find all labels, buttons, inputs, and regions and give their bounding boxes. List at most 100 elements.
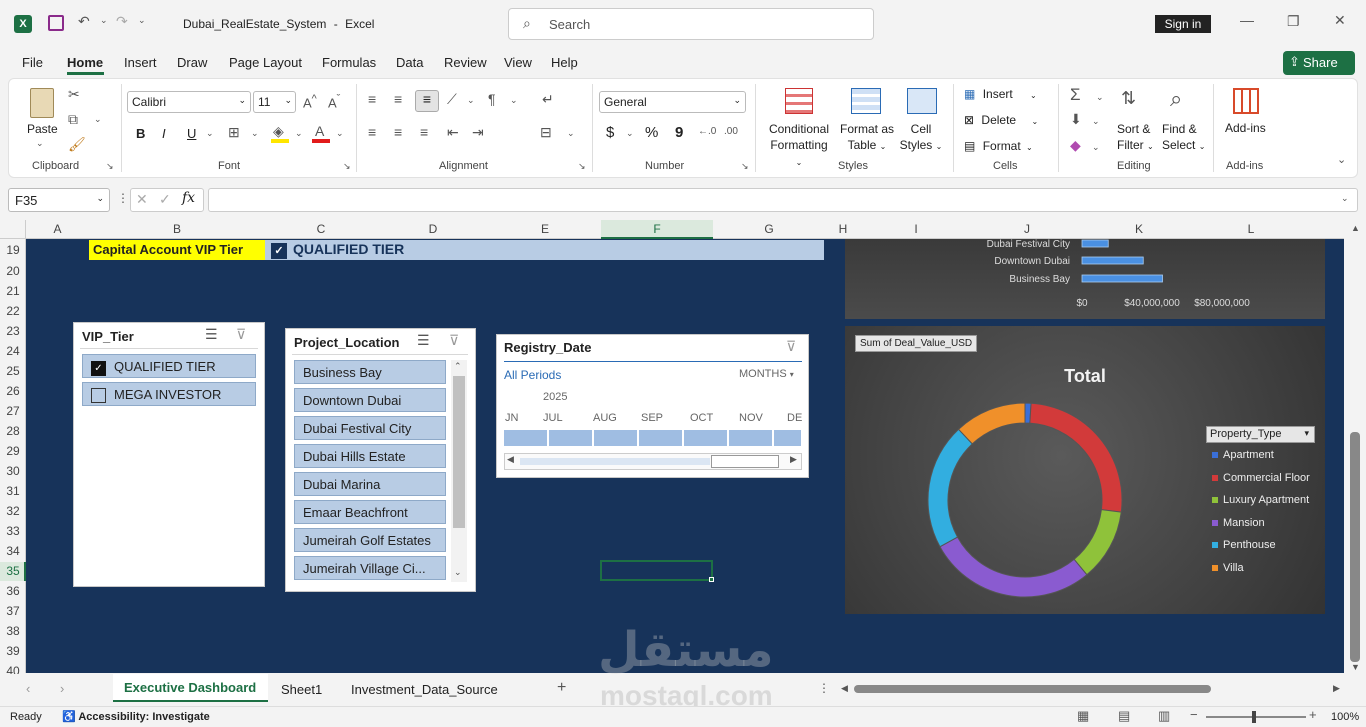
redo-icon[interactable]: ↷ bbox=[116, 13, 128, 30]
zoom-level[interactable]: 100% bbox=[1331, 711, 1359, 723]
increase-indent-icon[interactable]: ⇥ bbox=[472, 124, 484, 141]
column-header[interactable]: B bbox=[89, 222, 265, 236]
slicer-item[interactable]: Jumeirah Golf Estates bbox=[294, 528, 446, 552]
currency-dropdown-icon[interactable]: ⌄ bbox=[626, 128, 634, 139]
row-header[interactable]: 32 bbox=[0, 504, 26, 518]
slicer-item[interactable]: Dubai Hills Estate bbox=[294, 444, 446, 468]
time-level-dropdown[interactable]: MONTHS ▾ bbox=[739, 368, 794, 380]
row-header[interactable]: 25 bbox=[0, 364, 26, 378]
bold-button[interactable]: B bbox=[136, 126, 145, 141]
row-header[interactable]: 28 bbox=[0, 424, 26, 438]
row-header[interactable]: 29 bbox=[0, 444, 26, 458]
page-break-view-icon[interactable]: ▥ bbox=[1158, 708, 1170, 724]
row-header[interactable]: 31 bbox=[0, 484, 26, 498]
scroll-right-icon[interactable]: ▶ bbox=[790, 454, 797, 465]
row-header[interactable]: 38 bbox=[0, 624, 26, 638]
accessibility-status[interactable]: ♿ Accessibility: Investigate bbox=[62, 710, 210, 723]
zoom-in-icon[interactable]: + bbox=[1309, 707, 1317, 722]
autosum-icon[interactable]: Σ bbox=[1070, 85, 1081, 105]
tab-draw[interactable]: Draw bbox=[177, 55, 207, 70]
paste-dropdown-icon[interactable]: ⌄ bbox=[36, 138, 44, 149]
font-color-dropdown-icon[interactable]: ⌄ bbox=[336, 128, 344, 139]
close-icon[interactable]: ✕ bbox=[1334, 12, 1346, 29]
find-select-icon[interactable]: ⌕ bbox=[1170, 86, 1182, 112]
row-header[interactable]: 37 bbox=[0, 604, 26, 618]
save-icon[interactable] bbox=[48, 15, 64, 31]
format-painter-icon[interactable]: 🖌 bbox=[68, 136, 86, 153]
maximize-icon[interactable]: ❐ bbox=[1287, 13, 1300, 30]
insert-function-button[interactable]: fx bbox=[182, 190, 195, 206]
row-header[interactable]: 33 bbox=[0, 524, 26, 538]
conditional-formatting-button[interactable]: Conditional Formatting ⌄ bbox=[767, 121, 831, 171]
percent-button[interactable]: % bbox=[645, 124, 658, 141]
legend-field-button[interactable]: Property_Type ▾ bbox=[1206, 426, 1315, 443]
timeline-scroll-thumb[interactable] bbox=[711, 455, 779, 468]
row-header[interactable]: 21 bbox=[0, 284, 26, 298]
scroll-right-icon[interactable]: ▶ bbox=[1333, 683, 1340, 694]
minimize-icon[interactable]: — bbox=[1240, 12, 1254, 28]
scrollbar-thumb[interactable] bbox=[453, 376, 465, 528]
next-sheet-icon[interactable]: › bbox=[60, 681, 64, 696]
autosum-dropdown-icon[interactable]: ⌄ bbox=[1096, 92, 1104, 103]
align-center-icon[interactable]: ≡ bbox=[394, 124, 402, 140]
increase-font-icon[interactable]: A^ bbox=[303, 93, 317, 110]
fill-handle[interactable] bbox=[709, 577, 714, 582]
column-header[interactable]: J bbox=[971, 222, 1083, 236]
format-as-table-button[interactable]: Format as Table ⌄ bbox=[838, 121, 896, 155]
font-launcher-icon[interactable]: ↘ bbox=[343, 161, 351, 172]
wrap-text-icon[interactable]: ↵ bbox=[542, 91, 554, 108]
name-box[interactable]: F35 ⌄ bbox=[8, 188, 110, 212]
multi-select-icon[interactable]: ☰ bbox=[417, 332, 430, 349]
scroll-left-icon[interactable]: ◀ bbox=[507, 454, 514, 465]
font-name-box[interactable]: Calibri ⌄ bbox=[127, 91, 251, 113]
column-header[interactable]: I bbox=[861, 222, 971, 236]
donut-slice[interactable] bbox=[1029, 402, 1123, 513]
row-header[interactable]: 35 bbox=[0, 564, 26, 578]
sort-filter-icon[interactable]: ⇅ bbox=[1121, 88, 1136, 109]
decrease-indent-icon[interactable]: ⇤ bbox=[447, 124, 459, 141]
bar-mark[interactable] bbox=[1081, 274, 1163, 283]
undo-icon[interactable]: ↶ bbox=[78, 13, 90, 30]
clear-filter-icon[interactable]: ⊽ bbox=[236, 326, 246, 343]
more-sheets-icon[interactable]: ⋮ bbox=[818, 681, 830, 695]
row-header[interactable]: 19 bbox=[0, 243, 26, 257]
column-header[interactable]: L bbox=[1195, 222, 1307, 236]
merge-dropdown-icon[interactable]: ⌄ bbox=[567, 128, 575, 139]
selected-cell-f35[interactable] bbox=[600, 560, 713, 581]
collapse-ribbon-icon[interactable]: ⌄ bbox=[1337, 153, 1346, 166]
slicer-item-qualified-tier[interactable]: ✓ QUALIFIED TIER bbox=[82, 354, 256, 378]
fill-color-dropdown-icon[interactable]: ⌄ bbox=[295, 128, 303, 139]
donut-slice[interactable] bbox=[927, 428, 973, 548]
align-right-icon[interactable]: ≡ bbox=[420, 124, 428, 140]
column-header[interactable]: C bbox=[265, 222, 377, 236]
clear-filter-icon[interactable]: ⊽ bbox=[449, 332, 459, 349]
fill-color-icon[interactable]: ◈ bbox=[273, 123, 284, 140]
sheet-tab-executive-dashboard[interactable]: Executive Dashboard bbox=[124, 680, 256, 695]
expand-formula-icon[interactable]: ⌄ bbox=[1341, 193, 1349, 204]
horizontal-scroll-thumb[interactable] bbox=[854, 685, 1211, 693]
row-header[interactable]: 24 bbox=[0, 344, 26, 358]
tab-data[interactable]: Data bbox=[396, 55, 423, 70]
sort-filter-button[interactable]: Sort & Filter ⌄ bbox=[1117, 121, 1154, 155]
pivot-field-button[interactable]: Sum of Deal_Value_USD bbox=[855, 335, 978, 352]
scroll-up-icon[interactable]: ⌃ bbox=[454, 361, 462, 372]
vertical-scroll-thumb[interactable] bbox=[1350, 432, 1360, 662]
slicer-item[interactable]: Jumeirah Village Ci... bbox=[294, 556, 446, 580]
timeline-month[interactable]: JN bbox=[505, 412, 518, 424]
borders-icon[interactable]: ⊞ bbox=[228, 124, 240, 141]
tab-help[interactable]: Help bbox=[551, 55, 578, 70]
alignment-launcher-icon[interactable]: ↘ bbox=[578, 161, 586, 172]
orientation-icon[interactable]: ⟋ bbox=[447, 91, 457, 108]
column-header[interactable]: K bbox=[1083, 222, 1195, 236]
cut-icon[interactable]: ✂ bbox=[68, 86, 80, 103]
zoom-slider[interactable] bbox=[1206, 716, 1306, 718]
column-header[interactable]: A bbox=[26, 222, 89, 236]
undo-dropdown-icon[interactable]: ⌄ bbox=[100, 15, 108, 26]
row-header[interactable]: 20 bbox=[0, 264, 26, 278]
align-left-icon[interactable]: ≡ bbox=[368, 124, 376, 140]
select-all-corner[interactable] bbox=[0, 220, 26, 239]
row-header[interactable]: 34 bbox=[0, 544, 26, 558]
tab-review[interactable]: Review bbox=[444, 55, 487, 70]
cell-b19[interactable]: Capital Account VIP Tier bbox=[89, 240, 265, 260]
timeline-month[interactable]: DE bbox=[787, 412, 802, 424]
